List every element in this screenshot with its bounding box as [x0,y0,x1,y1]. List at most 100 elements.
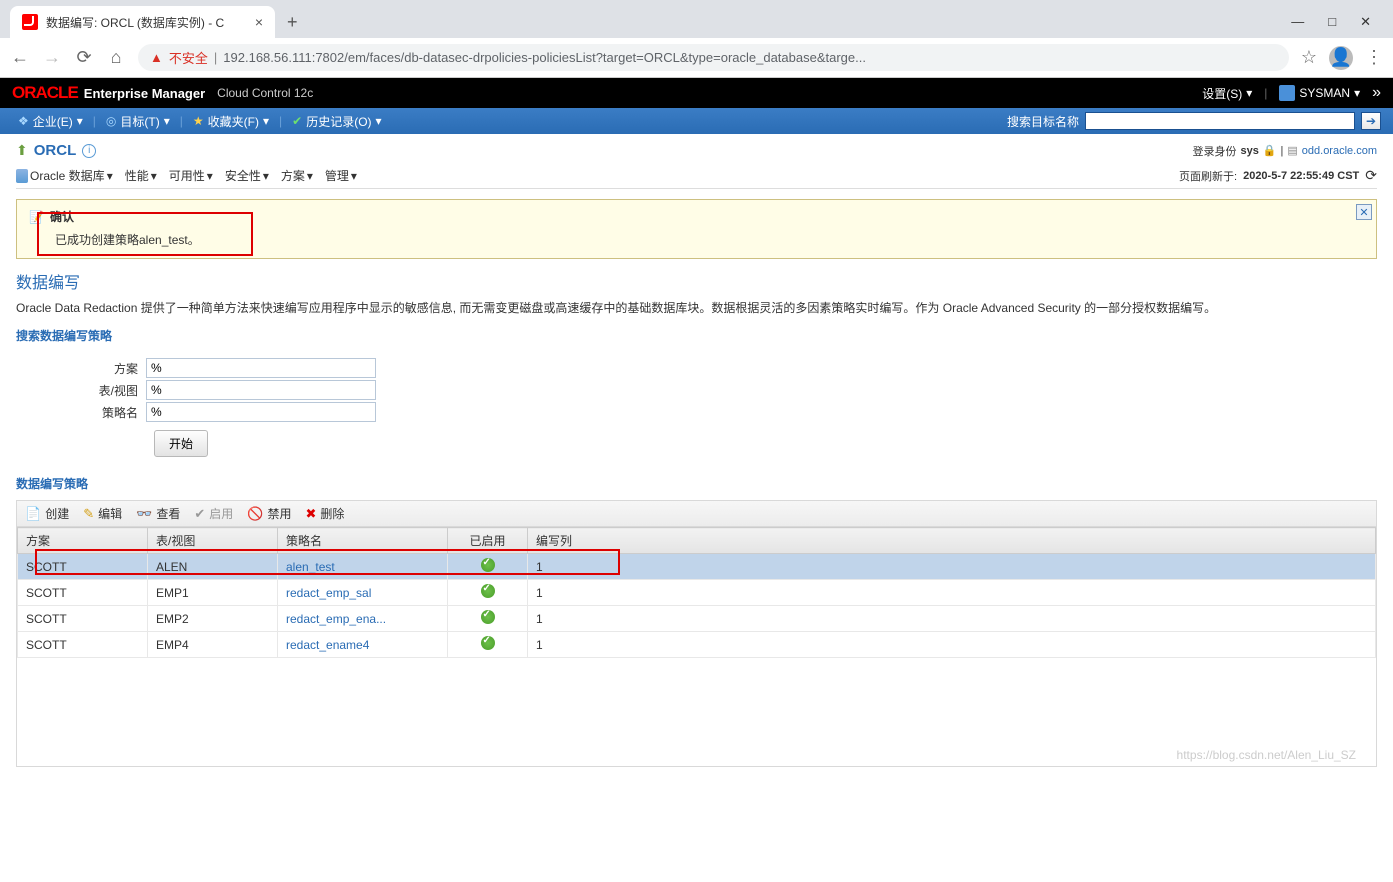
menu-schema[interactable]: 方案 ▾ [281,167,313,184]
nav-targets[interactable]: ◎目标(T) ▾ [100,111,176,132]
search-input[interactable] [1085,112,1355,130]
home-button[interactable]: ⌂ [106,48,126,68]
cell-policy[interactable]: redact_emp_sal [278,580,448,606]
label-policy: 策略名 [16,404,146,421]
back-button[interactable]: ← [10,48,30,68]
cell-redacted: 1 [528,580,1376,606]
cell-policy[interactable]: alen_test [278,554,448,580]
col-schema[interactable]: 方案 [18,528,148,554]
browser-tab[interactable]: 数据编写: ORCL (数据库实例) - C × [10,6,275,39]
col-policy[interactable]: 策略名 [278,528,448,554]
url-field[interactable]: ▲ 不安全 | 192.168.56.111:7802/em/faces/db-… [138,44,1289,71]
col-table[interactable]: 表/视图 [148,528,278,554]
page-description: Oracle Data Redaction 提供了一种简单方法来快速编写应用程序… [16,299,1377,317]
minimize-icon[interactable]: — [1291,14,1304,30]
database-icon [16,169,28,183]
check-icon [481,610,495,624]
global-nav: ❖企业(E) ▾ | ◎目标(T) ▾ | ★收藏夹(F) ▾ | ✔历史记录(… [0,108,1393,134]
search-label: 搜索目标名称 [1007,113,1079,130]
disable-button[interactable]: 🚫禁用 [247,505,291,522]
label-table: 表/视图 [16,382,146,399]
refresh-time: 2020-5-7 22:55:49 CST [1243,170,1359,182]
browser-chrome: 数据编写: ORCL (数据库实例) - C × + — □ ✕ ← → ⟳ ⌂… [0,0,1393,78]
confirmation-box: 📝 确认 已成功创建策略alen_test。 ✕ [16,199,1377,259]
new-tab-button[interactable]: + [275,12,310,33]
table-row[interactable]: SCOTTEMP4redact_ename4 1 [18,632,1376,658]
profile-avatar[interactable]: 👤 [1329,46,1353,70]
col-redacted[interactable]: 编写列 [528,528,1376,554]
maximize-icon[interactable]: □ [1328,14,1336,30]
menu-oracle-db[interactable]: Oracle 数据库 ▾ [16,167,113,184]
separator: | [1264,86,1267,100]
input-table[interactable] [146,380,376,400]
cell-redacted: 1 [528,632,1376,658]
settings-menu[interactable]: 设置(S) ▾ [1202,85,1252,102]
page-body: ⬆ ORCL i 登录身份 sys 🔒 | ▤ odd.oracle.com O… [0,134,1393,771]
close-icon[interactable]: × [255,14,263,30]
create-icon: 📄 [25,506,41,522]
address-bar: ← → ⟳ ⌂ ▲ 不安全 | 192.168.56.111:7802/em/f… [0,38,1393,78]
forward-button[interactable]: → [42,48,62,68]
host-icon: ▤ [1287,144,1297,157]
edit-button[interactable]: ✎编辑 [83,505,122,522]
view-button[interactable]: 👓查看 [136,505,180,522]
target-name[interactable]: ORCL [34,142,77,159]
menu-performance[interactable]: 性能 ▾ [125,167,157,184]
nav-enterprise[interactable]: ❖企业(E) ▾ [12,111,89,132]
refresh-icon[interactable]: ⟳ [1365,167,1377,184]
target-icon: ◎ [106,114,116,128]
table-row[interactable]: SCOTTEMP1redact_emp_sal1 [18,580,1376,606]
close-icon[interactable]: ✕ [1356,204,1372,220]
cell-schema: SCOTT [18,606,148,632]
bookmark-icon[interactable]: ☆ [1301,47,1317,68]
cell-redacted: 1 [528,606,1376,632]
em-subtitle: Cloud Control 12c [217,86,313,100]
close-window-icon[interactable]: ✕ [1360,14,1371,30]
host-link[interactable]: odd.oracle.com [1302,145,1377,157]
tab-title: 数据编写: ORCL (数据库实例) - C [46,14,224,31]
enable-button[interactable]: ✔启用 [194,505,233,522]
page-title: 数据编写 [16,269,1377,293]
cell-policy[interactable]: redact_ename4 [278,632,448,658]
delete-button[interactable]: ✖删除 [305,505,344,522]
nav-history[interactable]: ✔历史记录(O) ▾ [286,111,387,132]
create-button[interactable]: 📄创建 [25,505,69,522]
table-row[interactable]: SCOTTEMP2redact_emp_ena...1 [18,606,1376,632]
check-icon [481,584,495,598]
overflow-icon[interactable]: » [1372,84,1381,102]
info-icon[interactable]: i [82,144,96,158]
menu-availability[interactable]: 可用性 ▾ [169,167,213,184]
enable-icon: ✔ [194,506,205,522]
user-menu[interactable]: SYSMAN ▾ [1279,85,1360,101]
cell-schema: SCOTT [18,632,148,658]
menu-security[interactable]: 安全性 ▾ [225,167,269,184]
menu-admin[interactable]: 管理 ▾ [325,167,357,184]
user-icon [1279,85,1295,101]
search-form: 方案 表/视图 策略名 开始 [16,352,1377,467]
table-toolbar: 📄创建 ✎编辑 👓查看 ✔启用 🚫禁用 ✖删除 [16,500,1377,527]
reload-button[interactable]: ⟳ [74,48,94,68]
policies-section-title: 数据编写策略 [16,475,1377,492]
col-enabled[interactable]: 已启用 [448,528,528,554]
check-icon [481,558,495,572]
insecure-icon: ▲ [150,50,163,65]
input-policy[interactable] [146,402,376,422]
up-arrow-icon[interactable]: ⬆ [16,142,28,159]
cell-enabled [448,554,528,580]
login-label: 登录身份 [1192,143,1236,159]
search-go-button[interactable]: ➔ [1361,112,1381,130]
enterprise-icon: ❖ [18,114,29,128]
lock-icon: 🔒 [1263,144,1277,157]
go-button[interactable]: 开始 [154,430,208,457]
cell-policy[interactable]: redact_emp_ena... [278,606,448,632]
separator: | [1281,145,1284,157]
cell-enabled [448,580,528,606]
table-scroll[interactable]: 方案 表/视图 策略名 已启用 编写列 SCOTTALENalen_test1 S… [16,527,1377,767]
em-title: Enterprise Manager [84,86,205,101]
menu-icon[interactable]: ⋮ [1365,47,1383,68]
cell-table: EMP4 [148,632,278,658]
table-row[interactable]: SCOTTALENalen_test1 [18,554,1376,580]
nav-favorites[interactable]: ★收藏夹(F) ▾ [187,111,275,132]
input-schema[interactable] [146,358,376,378]
window-controls: — □ ✕ [1291,14,1383,30]
